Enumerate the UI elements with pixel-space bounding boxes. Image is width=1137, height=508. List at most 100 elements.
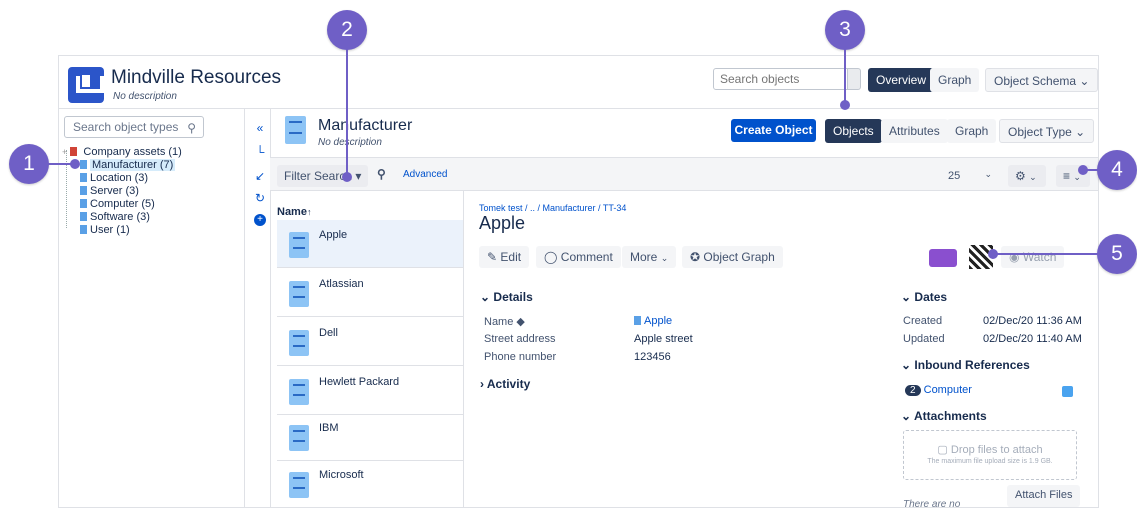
top-header: Mindville Resources No description Overv… bbox=[59, 56, 1098, 109]
marker-2-line bbox=[346, 48, 348, 176]
object-icon bbox=[289, 330, 309, 356]
marker-5: 5 bbox=[1097, 234, 1137, 274]
tree-item-computer[interactable]: Computer (5) bbox=[80, 198, 155, 211]
object-type-icon bbox=[80, 199, 87, 208]
settings-button[interactable]: ⚙ ⌄ bbox=[1008, 165, 1046, 187]
gear-icon: ⚙ bbox=[1015, 169, 1026, 183]
list-item[interactable]: Apple bbox=[277, 220, 463, 268]
hierarchy-icon[interactable]: └ bbox=[253, 145, 267, 159]
edit-label: Edit bbox=[500, 250, 522, 264]
search-objects-button[interactable] bbox=[847, 68, 861, 90]
count-badge: 2 bbox=[905, 385, 921, 396]
list-item-label: IBM bbox=[319, 422, 339, 434]
search-object-types-input[interactable]: Search object types ⚲ bbox=[64, 116, 204, 138]
create-object-button[interactable]: Create Object bbox=[731, 119, 816, 142]
watch-button[interactable]: ◉ Watch bbox=[1001, 246, 1065, 268]
app-logo bbox=[68, 67, 104, 103]
activity-section-header[interactable]: › Activity bbox=[480, 377, 530, 391]
object-schema-dropdown[interactable]: Object Schema ⌄ bbox=[985, 68, 1098, 92]
list-item[interactable]: Atlassian bbox=[277, 269, 463, 317]
add-object-type-icon[interactable]: + bbox=[254, 214, 266, 226]
list-column-header[interactable]: Name↑ bbox=[277, 206, 463, 220]
tree-item-user[interactable]: User (1) bbox=[80, 224, 130, 237]
object-icon bbox=[289, 281, 309, 307]
search-icon[interactable]: ⚲ bbox=[377, 167, 386, 181]
search-object-types-placeholder: Search object types bbox=[73, 120, 179, 134]
marker-5-line bbox=[992, 253, 1100, 255]
tree-item-software[interactable]: Software (3) bbox=[80, 211, 150, 224]
updated-value: 02/Dec/20 11:40 AM bbox=[983, 333, 1082, 345]
chevron-right-icon: › bbox=[480, 377, 484, 391]
tab-graph[interactable]: Graph bbox=[930, 68, 980, 92]
filter-bar: Filter Search ▾ ⚲ Advanced 25 ⌄ ⚙ ⌄ ≡ ⌄ bbox=[270, 157, 1098, 191]
field-street-value: Apple street bbox=[634, 333, 693, 345]
chevron-down-icon: ⌄ bbox=[901, 290, 912, 304]
marker-3-dot bbox=[840, 100, 850, 110]
chevron-down-icon: ⌄ bbox=[901, 409, 912, 423]
object-type-dropdown[interactable]: Object Type ⌄ bbox=[999, 119, 1095, 143]
list-item-label: Microsoft bbox=[319, 469, 364, 481]
page-size-select[interactable]: 25 ⌄ bbox=[942, 165, 998, 187]
search-icon: ⚲ bbox=[187, 121, 196, 135]
breadcrumb[interactable]: Tomek test / .. / Manufacturer / TT-34 bbox=[479, 203, 626, 213]
attachments-section-header[interactable]: ⌄ Attachments bbox=[901, 409, 987, 423]
marker-2: 2 bbox=[327, 10, 367, 50]
list-item[interactable]: Hewlett Packard bbox=[277, 367, 463, 415]
shrink-icon[interactable]: ↙ bbox=[253, 169, 267, 183]
tree-item-label: User (1) bbox=[90, 224, 130, 236]
collapse-icon[interactable]: « bbox=[253, 121, 267, 135]
tree-item-label: Manufacturer (7) bbox=[90, 159, 176, 171]
marker-5-dot bbox=[988, 249, 998, 259]
object-icon bbox=[289, 232, 309, 258]
search-objects-input[interactable] bbox=[713, 68, 859, 90]
sort-up-icon: ↑ bbox=[306, 207, 312, 217]
list-item[interactable]: Dell bbox=[277, 318, 463, 366]
advanced-link[interactable]: Advanced bbox=[403, 169, 447, 180]
document-icon: ▢ bbox=[937, 444, 948, 456]
edit-button[interactable]: ✎ Edit bbox=[479, 246, 530, 268]
details-section-header[interactable]: ⌄ Details bbox=[480, 290, 533, 304]
list-item[interactable]: Microsoft bbox=[277, 460, 463, 507]
field-street-label: Street address bbox=[484, 333, 556, 345]
tree-item-manufacturer[interactable]: Manufacturer (7) bbox=[80, 159, 176, 172]
object-type-icon bbox=[80, 225, 87, 234]
tree-root[interactable]: + Company assets (1) bbox=[62, 146, 182, 159]
inbound-section-header[interactable]: ⌄ Inbound References bbox=[901, 358, 1030, 372]
chevron-down-icon: ⌄ bbox=[984, 169, 992, 179]
tab-type-graph[interactable]: Graph bbox=[947, 119, 997, 143]
tag-icon: ◆ bbox=[516, 316, 525, 328]
chevron-down-icon: ⌄ bbox=[901, 358, 912, 372]
attachment-dropzone[interactable]: ▢ Drop files to attach The maximum file … bbox=[903, 430, 1077, 480]
tab-objects[interactable]: Objects bbox=[825, 119, 882, 143]
comment-label: Comment bbox=[560, 250, 613, 264]
print-icon[interactable] bbox=[929, 249, 957, 267]
comment-button[interactable]: ◯ Comment bbox=[536, 246, 621, 268]
field-name-value[interactable]: Apple bbox=[634, 315, 672, 327]
tree-item-label: Location (3) bbox=[90, 172, 149, 184]
tab-overview[interactable]: Overview bbox=[868, 68, 935, 92]
filter-search-button[interactable]: Filter Search ▾ bbox=[277, 165, 369, 187]
inbound-label: Inbound References bbox=[914, 358, 1030, 372]
drop-text: ▢ Drop files to attach bbox=[937, 444, 1043, 456]
attach-files-button[interactable]: Attach Files bbox=[1007, 485, 1081, 507]
list-item-label: Hewlett Packard bbox=[319, 376, 400, 388]
object-graph-button[interactable]: ✪ Object Graph bbox=[682, 246, 783, 268]
marker-1: 1 bbox=[9, 144, 49, 184]
tab-attributes[interactable]: Attributes bbox=[881, 119, 948, 143]
tree-item-location[interactable]: Location (3) bbox=[80, 172, 148, 185]
more-button[interactable]: More ⌄ bbox=[622, 246, 677, 268]
inbound-computer-link[interactable]: 2 Computer bbox=[905, 384, 972, 396]
drop-subtext: The maximum file upload size is 1.9 GB. bbox=[927, 458, 1053, 465]
tree-item-server[interactable]: Server (3) bbox=[80, 185, 139, 198]
app-title: Mindville Resources bbox=[111, 67, 282, 88]
marker-2-dot bbox=[342, 172, 352, 182]
refresh-icon[interactable]: ↻ bbox=[253, 191, 267, 205]
field-name-label: Name ◆ bbox=[484, 316, 525, 328]
chevron-down-icon: ⌄ bbox=[660, 253, 669, 263]
graph-icon: ✪ bbox=[690, 250, 701, 264]
dates-section-header[interactable]: ⌄ Dates bbox=[901, 290, 947, 304]
created-value: 02/Dec/20 11:36 AM bbox=[983, 315, 1082, 327]
list-item[interactable]: IBM bbox=[277, 413, 463, 461]
comment-icon: ◯ bbox=[544, 250, 558, 264]
object-type-icon bbox=[285, 116, 306, 144]
